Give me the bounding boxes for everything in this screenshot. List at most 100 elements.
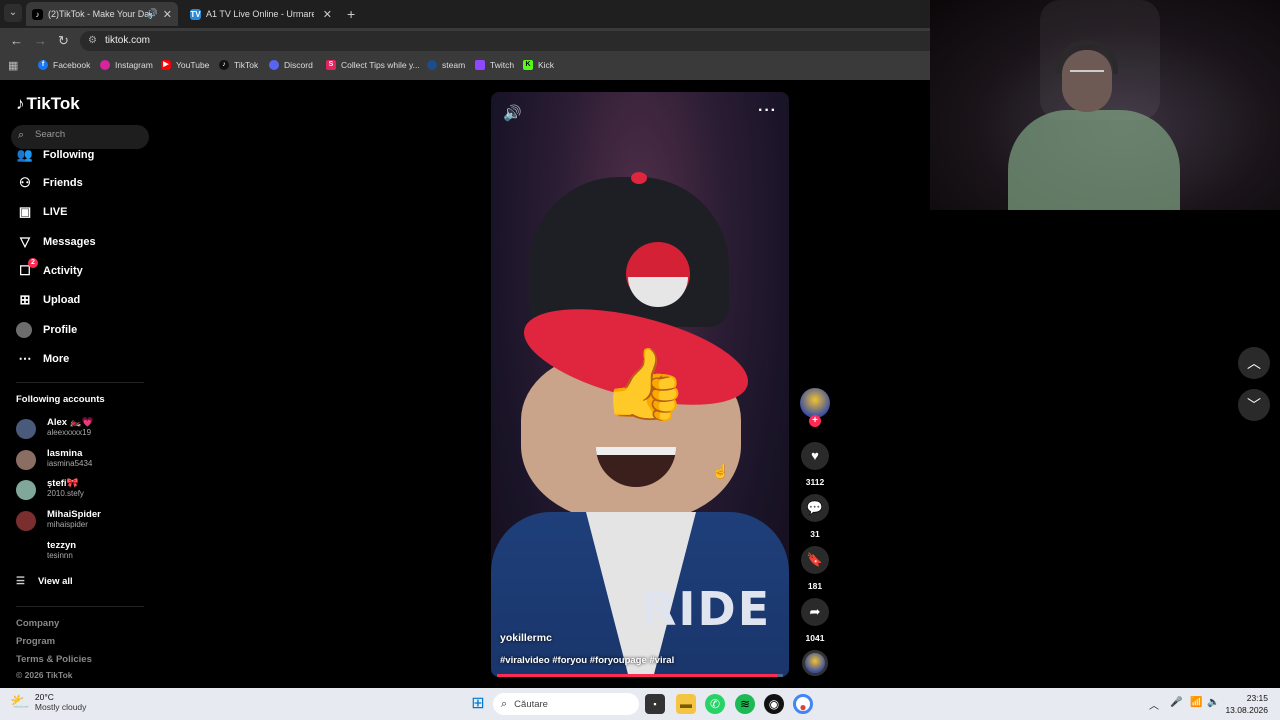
like-button[interactable]: ♥ xyxy=(801,442,829,470)
search-input[interactable] xyxy=(35,129,145,140)
bookmark-collect-tips[interactable]: S Collect Tips while y... xyxy=(326,60,420,70)
tray-chevron-icon[interactable]: ︿ xyxy=(1149,697,1159,712)
sidebar-item-live[interactable]: ▣ LIVE xyxy=(16,201,146,223)
comment-button[interactable]: 💬 xyxy=(801,494,829,522)
footer-program[interactable]: Program xyxy=(16,636,55,647)
volume-icon[interactable]: 🔊 xyxy=(503,104,522,122)
bookmark-button[interactable]: 🔖 xyxy=(801,546,829,574)
app-icon[interactable]: ◉ xyxy=(764,694,784,714)
video-progress-bar[interactable] xyxy=(497,674,783,677)
view-all-link[interactable]: ☰ View all xyxy=(16,576,73,587)
bookmark-facebook[interactable]: f Facebook xyxy=(38,60,90,70)
search-icon: ⌕ xyxy=(18,129,25,141)
tab-search-chevron-icon[interactable]: ⌄ xyxy=(4,4,22,22)
new-tab-icon[interactable]: + xyxy=(347,6,355,22)
twitch-icon xyxy=(475,60,485,70)
file-explorer-icon[interactable]: ▬ xyxy=(676,694,696,714)
a1tv-favicon-icon: TV xyxy=(190,8,201,20)
sidebar-item-friends[interactable]: ⚇ Friends xyxy=(16,172,146,194)
next-video-button[interactable]: ﹀ xyxy=(1238,389,1270,421)
account-name: tezzyn xyxy=(47,540,77,551)
account-item[interactable]: Alex 🏍️💗 aleexxxxx19 xyxy=(16,416,156,442)
sound-disc[interactable] xyxy=(802,650,828,676)
microphone-icon[interactable]: 🎤 xyxy=(1170,697,1182,708)
more-icon: ⋯ xyxy=(18,351,32,366)
video-author[interactable]: yokillermc xyxy=(500,632,552,644)
video-player[interactable]: RIDE 👍 🔊 ··· yokillermc #viralvideo #for… xyxy=(491,92,789,677)
tiktok-favicon-icon: ♪ xyxy=(32,8,43,20)
weather-widget[interactable]: ⛅ 20°C Mostly cloudy xyxy=(10,692,86,712)
speaker-icon[interactable]: 🔈 xyxy=(1207,697,1219,708)
tab-tiktok[interactable]: ♪ (2)TikTok - Make Your Day 🔊 ✕ xyxy=(26,2,178,26)
tab-title: A1 TV Live Online - Urmareste xyxy=(206,9,314,19)
account-username: tesinnn xyxy=(47,551,73,560)
account-item[interactable]: MihaiSpider mihaispider xyxy=(16,508,156,534)
search-icon: ⌕ xyxy=(501,697,508,710)
bookmark-instagram[interactable]: Instagram xyxy=(100,60,153,70)
apps-grid-icon[interactable]: ▦ xyxy=(8,59,18,72)
share-button[interactable]: ➦ xyxy=(801,598,829,626)
footer-company[interactable]: Company xyxy=(16,618,59,629)
video-hashtags[interactable]: #viralvideo #foryou #foryoupage #viral xyxy=(500,655,674,666)
sidebar-item-more[interactable]: ⋯ More xyxy=(16,348,146,370)
youtube-icon: ▶ xyxy=(161,60,171,70)
windows-start-icon[interactable]: ⊞ xyxy=(468,694,488,714)
tab-a1tv[interactable]: TV A1 TV Live Online - Urmareste ✕ xyxy=(184,2,338,26)
cloud-sun-icon: ⛅ xyxy=(10,694,30,711)
bookmark-twitch[interactable]: Twitch xyxy=(475,60,514,70)
steam-icon xyxy=(427,60,437,70)
forward-arrow-icon[interactable]: → xyxy=(34,33,47,48)
jacket-lettering: RIDE xyxy=(641,582,772,636)
following-icon: 👥 xyxy=(16,147,34,162)
share-count: 1041 xyxy=(805,633,825,643)
weather-temp: 20°C xyxy=(34,692,54,702)
following-accounts-title: Following accounts xyxy=(16,394,105,405)
creator-avatar[interactable] xyxy=(800,388,830,418)
close-tab-icon[interactable]: ✕ xyxy=(323,8,332,21)
site-settings-icon[interactable]: ⚙ xyxy=(88,35,97,46)
speaker-icon[interactable]: 🔊 xyxy=(147,8,158,19)
tiktok-logo[interactable]: ♪ TikTok xyxy=(16,94,80,114)
account-item[interactable]: tezzyn tesinnn xyxy=(16,539,156,565)
wifi-icon[interactable]: 📶 xyxy=(1190,697,1202,708)
avatar xyxy=(16,450,36,470)
url-text[interactable]: tiktok.com xyxy=(105,35,150,46)
account-item[interactable]: ștefi🎀 2010.stefy xyxy=(16,477,156,503)
clock-date: 13.08.2026 xyxy=(1225,705,1268,715)
taskbar-search[interactable]: ⌕ Căutare xyxy=(493,693,639,715)
bookmark-kick[interactable]: K Kick xyxy=(523,60,554,70)
sidebar-item-activity[interactable]: ☐ 2 Activity xyxy=(16,258,146,282)
clock[interactable]: 23:15 13.08.2026 xyxy=(1225,692,1268,716)
follow-plus-icon[interactable]: + xyxy=(809,415,821,427)
more-options-icon[interactable]: ··· xyxy=(758,102,777,120)
bookmark-tiktok[interactable]: ♪ TikTok xyxy=(219,60,258,70)
sidebar-item-profile[interactable]: Profile xyxy=(16,319,146,341)
avatar xyxy=(16,480,36,500)
omnibox[interactable]: ⚙ tiktok.com xyxy=(80,31,930,51)
footer-terms[interactable]: Terms & Policies xyxy=(16,654,92,665)
taskbar: ⛅ 20°C Mostly cloudy ⊞ ⌕ Căutare ▪ ▬ ✆ ≋… xyxy=(0,688,1280,720)
bookmark-steam[interactable]: steam xyxy=(427,60,465,70)
upload-icon: ⊞ xyxy=(19,292,31,307)
previous-video-button[interactable]: ︿ xyxy=(1238,347,1270,379)
account-item[interactable]: Iasmina iasmina5434 xyxy=(16,447,156,473)
bookmark-discord[interactable]: Discord xyxy=(269,60,313,70)
back-arrow-icon[interactable]: ← xyxy=(10,33,23,48)
reload-icon[interactable]: ↻ xyxy=(58,33,69,49)
tiktok-sidebar: ♪ TikTok ⌕ 👥 Following ⚇ Friends ▣ LIVE … xyxy=(0,80,160,688)
spotify-icon[interactable]: ≋ xyxy=(735,694,755,714)
whatsapp-icon[interactable]: ✆ xyxy=(705,694,725,714)
task-view-icon[interactable]: ▪ xyxy=(645,694,665,714)
profile-avatar xyxy=(16,322,32,338)
bookmark-youtube[interactable]: ▶ YouTube xyxy=(161,60,209,70)
account-name: ștefi🎀 xyxy=(47,478,79,489)
sidebar-item-following[interactable]: 👥 Following xyxy=(16,144,146,166)
clock-time: 23:15 xyxy=(1246,693,1268,703)
sidebar-item-messages[interactable]: ▽ Messages xyxy=(16,231,146,253)
video-cap-button xyxy=(631,172,647,184)
close-tab-icon[interactable]: ✕ xyxy=(163,8,172,21)
account-name: Alex 🏍️💗 xyxy=(47,417,94,428)
webcam-overlay xyxy=(930,0,1280,210)
chrome-icon[interactable]: ● xyxy=(793,694,813,714)
sidebar-item-upload[interactable]: ⊞ Upload xyxy=(16,289,146,311)
